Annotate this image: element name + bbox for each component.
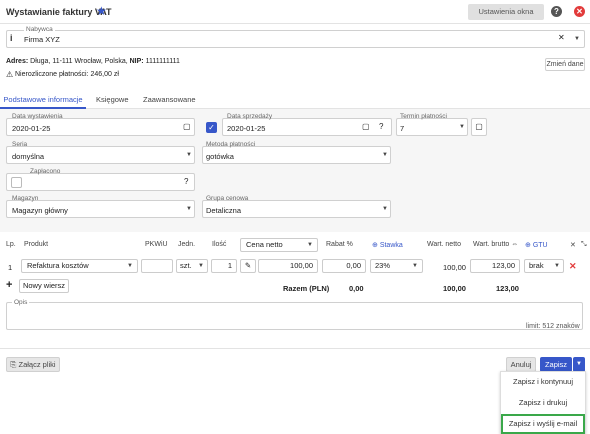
col-product: Produkt	[24, 241, 49, 248]
info-icon: i	[10, 33, 13, 43]
totals-gross: 123,00	[496, 284, 519, 293]
clear-all-icon[interactable]: ✕	[570, 241, 576, 249]
tab-accounting[interactable]: Księgowe	[96, 92, 129, 109]
col-pkwiu: PKWiU	[145, 241, 168, 248]
save-and-email-item[interactable]: Zapisz i wyślij e-mail	[501, 414, 585, 434]
totals-label: Razem (PLN)	[283, 284, 330, 293]
change-data-button[interactable]: Zmień dane	[545, 58, 585, 71]
payment-term-label: Termin płatności	[400, 113, 447, 120]
payment-term-value: 7	[400, 124, 405, 133]
chevron-down-icon[interactable]: ▼	[382, 206, 388, 212]
gross-input[interactable]: 123,00	[470, 259, 520, 273]
col-vat[interactable]: ⊕ Stawka	[372, 241, 403, 249]
row-lp: 1	[8, 263, 13, 272]
cancel-button[interactable]: Anuluj	[506, 357, 536, 372]
col-net: Wart. netto	[427, 241, 461, 248]
unpaid-balance: Nierozliczone płatności: 246,00 zł	[15, 71, 119, 78]
sale-date-label: Data sprzedaży	[227, 113, 273, 120]
chevron-down-icon: ▼	[198, 263, 204, 269]
chevron-down-icon[interactable]: ▼	[459, 124, 465, 130]
description-textarea[interactable]	[6, 302, 583, 330]
unit-select[interactable]: szt. ▼	[176, 259, 208, 273]
price-group-label: Grupa cenowa	[206, 195, 249, 202]
col-lp: Lp.	[6, 241, 16, 248]
add-row-button[interactable]: Nowy wiersz	[19, 279, 69, 293]
attach-files-button[interactable]: ⎘ Załącz pliki	[6, 357, 60, 372]
chevron-down-icon[interactable]: ▼	[186, 152, 192, 158]
window-settings-button[interactable]: Ustawienia okna	[468, 4, 544, 20]
series-value: domyślna	[12, 152, 45, 161]
buyer-label: Nabywca	[24, 26, 55, 33]
payment-method-value: gotówka	[206, 152, 234, 161]
chevron-down-icon: ▼	[127, 263, 133, 269]
footer-divider	[0, 348, 590, 349]
price-edit-button[interactable]: ✎	[240, 259, 256, 273]
gtu-select[interactable]: brak ▼	[524, 259, 564, 273]
chevron-down-icon: ▼	[412, 263, 418, 269]
paperclip-icon: ⎘	[10, 360, 17, 369]
chevron-down-icon: ▼	[307, 242, 313, 248]
payment-term-field[interactable]	[396, 118, 468, 136]
issue-date-label: Data wystawienia	[12, 113, 63, 120]
row-net-value: 100,00	[443, 263, 466, 272]
paid-label: Zapłacono	[30, 168, 61, 175]
payment-method-label: Metoda płatności	[206, 141, 256, 148]
clear-buyer-icon[interactable]: ✕	[558, 33, 565, 42]
tab-basic-info[interactable]: Podstawowe informacje	[0, 92, 86, 109]
vat-select[interactable]: 23% ▼	[370, 259, 423, 273]
sale-date-checkbox[interactable]: ✓	[206, 122, 217, 133]
plus-icon[interactable]: +	[6, 279, 12, 291]
warehouse-label: Magazyn	[12, 195, 39, 202]
buyer-field[interactable]	[6, 30, 585, 48]
warning-icon: ⚠	[6, 70, 14, 79]
quantity-input[interactable]: 1	[211, 259, 237, 273]
calendar-icon[interactable]: ▢	[183, 122, 191, 131]
save-options-menu: Zapisz i kontynuuj Zapisz i drukuj Zapis…	[500, 371, 586, 434]
paid-checkbox[interactable]	[11, 177, 22, 188]
chevron-down-icon: ▼	[554, 263, 560, 269]
description-label: Opis	[12, 299, 30, 306]
warehouse-value: Magazyn główny	[12, 206, 68, 215]
price-input[interactable]: 100,00	[258, 259, 318, 273]
chevron-down-icon[interactable]: ▼	[382, 152, 388, 158]
close-icon[interactable]: ✕	[574, 6, 585, 17]
expand-icon[interactable]: ⤡	[581, 241, 587, 249]
paid-field[interactable]	[6, 173, 195, 191]
col-gross[interactable]: Wart. brutto ⇔	[473, 241, 518, 248]
help-icon[interactable]: ?	[551, 6, 562, 17]
help-icon[interactable]: ?	[379, 122, 383, 131]
buyer-dropdown-icon[interactable]: ▼	[574, 36, 580, 42]
favorite-star-icon[interactable]: ★	[96, 4, 107, 18]
delete-row-icon[interactable]: ✕	[569, 261, 577, 272]
save-options-toggle[interactable]: ▼	[573, 357, 585, 372]
tab-advanced[interactable]: Zaawansowane	[143, 92, 196, 109]
totals-net: 100,00	[443, 284, 466, 293]
totals-discount: 0,00	[349, 284, 364, 293]
buyer-address: Adres: Długa, 11-111 Wrocław, Polska, NI…	[6, 58, 180, 65]
chevron-down-icon[interactable]: ▼	[186, 206, 192, 212]
price-group-value: Detaliczna	[206, 206, 242, 215]
product-select[interactable]: Refaktura kosztów ▼	[21, 259, 138, 273]
payment-term-calendar-button[interactable]: ▢	[471, 118, 487, 136]
issue-date-value: 2020-01-25	[12, 124, 51, 133]
save-button[interactable]: Zapisz	[540, 357, 572, 372]
pkwiu-input[interactable]	[141, 259, 173, 273]
save-and-print-item[interactable]: Zapisz i drukuj	[501, 393, 585, 413]
sale-date-value: 2020-01-25	[227, 124, 266, 133]
calendar-icon[interactable]: ▢	[362, 122, 370, 131]
col-qty: Ilość	[212, 241, 227, 248]
buyer-value: Firma XYZ	[24, 35, 60, 44]
col-gtu[interactable]: ⊕ GTU	[525, 241, 548, 249]
col-discount: Rabat %	[326, 241, 353, 248]
description-limit: limit: 512 znaków	[526, 323, 580, 330]
price-type-select[interactable]: Cena netto ▼	[240, 238, 318, 252]
help-icon[interactable]: ?	[184, 177, 188, 186]
series-label: Seria	[12, 141, 28, 148]
save-and-continue-item[interactable]: Zapisz i kontynuuj	[501, 372, 585, 392]
col-unit: Jedn.	[178, 241, 196, 248]
discount-input[interactable]: 0,00	[322, 259, 366, 273]
